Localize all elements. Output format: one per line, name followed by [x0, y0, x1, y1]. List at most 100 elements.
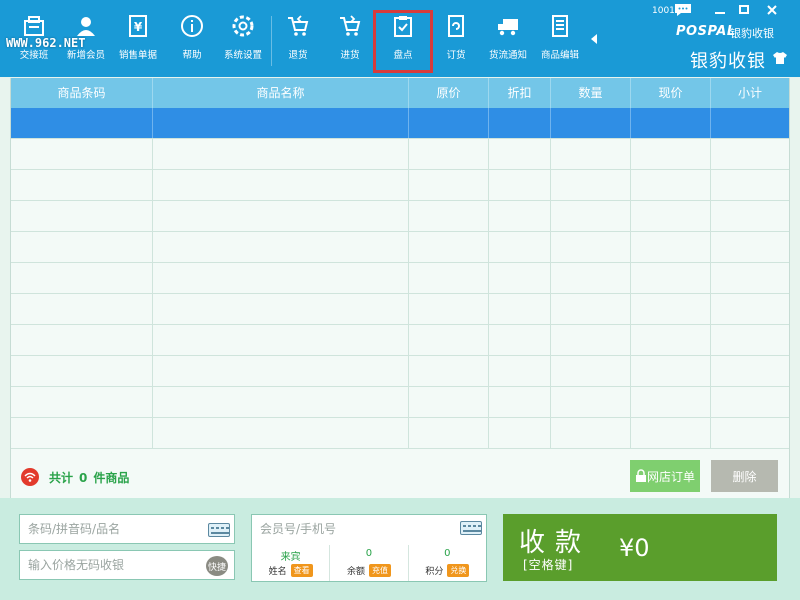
- help-label: 帮助: [182, 50, 202, 61]
- watermark: WWW.962.NET: [6, 36, 86, 50]
- system-settings-label: 系统设置: [223, 50, 262, 61]
- col-name-header: 商品名称: [153, 78, 409, 108]
- pay-button[interactable]: 收款 [空格键] ¥0: [503, 514, 777, 581]
- table-cell: [153, 263, 409, 293]
- sales-receipt-button[interactable]: ¥ 销售单据: [116, 14, 160, 70]
- table-row[interactable]: [11, 232, 789, 263]
- table-row[interactable]: [11, 325, 789, 356]
- table-row[interactable]: [11, 108, 789, 139]
- table-cell: [409, 325, 489, 355]
- message-icon[interactable]: [674, 3, 692, 17]
- pay-amount: ¥0: [619, 534, 650, 562]
- table-cell: [489, 201, 551, 231]
- logistics-notice-label: 货流通知: [488, 50, 527, 61]
- return-goods-button[interactable]: 退货: [276, 14, 320, 70]
- close-button[interactable]: [760, 0, 784, 20]
- total-suffix: 件商品: [93, 471, 130, 485]
- summary-bar: 共计 0 件商品 网店订单 删除: [10, 452, 790, 498]
- quick-button[interactable]: 快捷: [206, 556, 228, 576]
- keyboard-icon[interactable]: [460, 521, 482, 535]
- order-goods-button[interactable]: 订货: [434, 14, 478, 70]
- minimize-button[interactable]: [708, 0, 732, 20]
- table-cell: [153, 294, 409, 324]
- redeem-button[interactable]: 兑换: [447, 564, 470, 577]
- table-cell: [409, 139, 489, 169]
- product-edit-button[interactable]: 商品编辑: [536, 14, 584, 70]
- table-row[interactable]: [11, 387, 789, 418]
- online-order-button[interactable]: 网店订单: [630, 460, 700, 492]
- table-cell: [631, 108, 711, 138]
- table-cell: [11, 387, 153, 417]
- table-cell: [409, 294, 489, 324]
- table-cell: [11, 201, 153, 231]
- help-button[interactable]: 帮助: [170, 14, 214, 70]
- table-cell: [631, 387, 711, 417]
- shift-icon: [24, 16, 44, 36]
- table-cell: [153, 418, 409, 448]
- delete-button[interactable]: 删除: [711, 460, 778, 492]
- member-input[interactable]: [252, 515, 486, 543]
- system-settings-button[interactable]: 系统设置: [220, 14, 266, 70]
- member-name-value: 来宾: [280, 552, 301, 563]
- table-cell: [711, 418, 789, 448]
- table-cell: [631, 263, 711, 293]
- table-row[interactable]: [11, 294, 789, 325]
- maximize-icon: [739, 5, 749, 14]
- help-icon: [181, 15, 203, 37]
- barcode-input-box: [19, 514, 235, 544]
- table-cell: [489, 108, 551, 138]
- recharge-button[interactable]: 充值: [369, 564, 391, 577]
- table-cell: [551, 201, 631, 231]
- noprice-input[interactable]: [20, 551, 234, 579]
- table-cell: [631, 418, 711, 448]
- table-cell: [11, 418, 153, 448]
- online-order-label: 网店订单: [646, 469, 695, 484]
- table-cell: [153, 325, 409, 355]
- table-cell: [711, 356, 789, 386]
- maximize-button[interactable]: [732, 0, 756, 20]
- table-cell: [153, 201, 409, 231]
- table-cell: [489, 232, 551, 262]
- purchase-goods-label: 进货: [340, 50, 360, 61]
- lock-icon: [635, 469, 646, 482]
- table-row[interactable]: [11, 139, 789, 170]
- brand-title: 银豹收银: [690, 51, 766, 72]
- product-table: 商品条码 商品名称 原价 折扣 数量 现价 小计: [10, 78, 790, 452]
- product-edit-icon: [552, 15, 568, 37]
- table-row[interactable]: [11, 201, 789, 232]
- product-edit-label: 商品编辑: [540, 50, 579, 61]
- table-row[interactable]: [11, 263, 789, 294]
- purchase-goods-button[interactable]: 进货: [328, 14, 372, 70]
- table-header: 商品条码 商品名称 原价 折扣 数量 现价 小计: [11, 78, 789, 108]
- table-row[interactable]: [11, 170, 789, 201]
- member-points-label: 积分: [425, 567, 444, 577]
- table-cell: [409, 387, 489, 417]
- logistics-notice-button[interactable]: 货流通知: [484, 14, 532, 70]
- view-member-button[interactable]: 查看: [290, 564, 313, 577]
- table-cell: [409, 263, 489, 293]
- table-cell: [489, 387, 551, 417]
- table-cell: [11, 356, 153, 386]
- return-goods-label: 退货: [288, 50, 308, 61]
- table-cell: [409, 170, 489, 200]
- table-cell: [551, 139, 631, 169]
- table-cell: [153, 356, 409, 386]
- table-cell: [489, 263, 551, 293]
- table-cell: [11, 139, 153, 169]
- table-cell: [11, 325, 153, 355]
- total-items-text: 共计 0 件商品: [49, 469, 129, 486]
- truck-icon: [498, 19, 518, 36]
- table-row[interactable]: [11, 356, 789, 387]
- collapse-arrow-icon[interactable]: [591, 34, 597, 44]
- table-row[interactable]: [11, 418, 789, 449]
- col-quantity-header: 数量: [551, 78, 631, 108]
- keyboard-icon[interactable]: [208, 523, 230, 537]
- barcode-input[interactable]: [20, 515, 234, 543]
- table-cell: [711, 108, 789, 138]
- member-name-col: 来宾 姓名 查看: [252, 545, 331, 581]
- table-cell: [551, 418, 631, 448]
- table-cell: [489, 356, 551, 386]
- skin-shirt-icon[interactable]: [772, 51, 788, 65]
- brand-cn-small: 银豹收银: [730, 27, 774, 40]
- table-cell: [551, 325, 631, 355]
